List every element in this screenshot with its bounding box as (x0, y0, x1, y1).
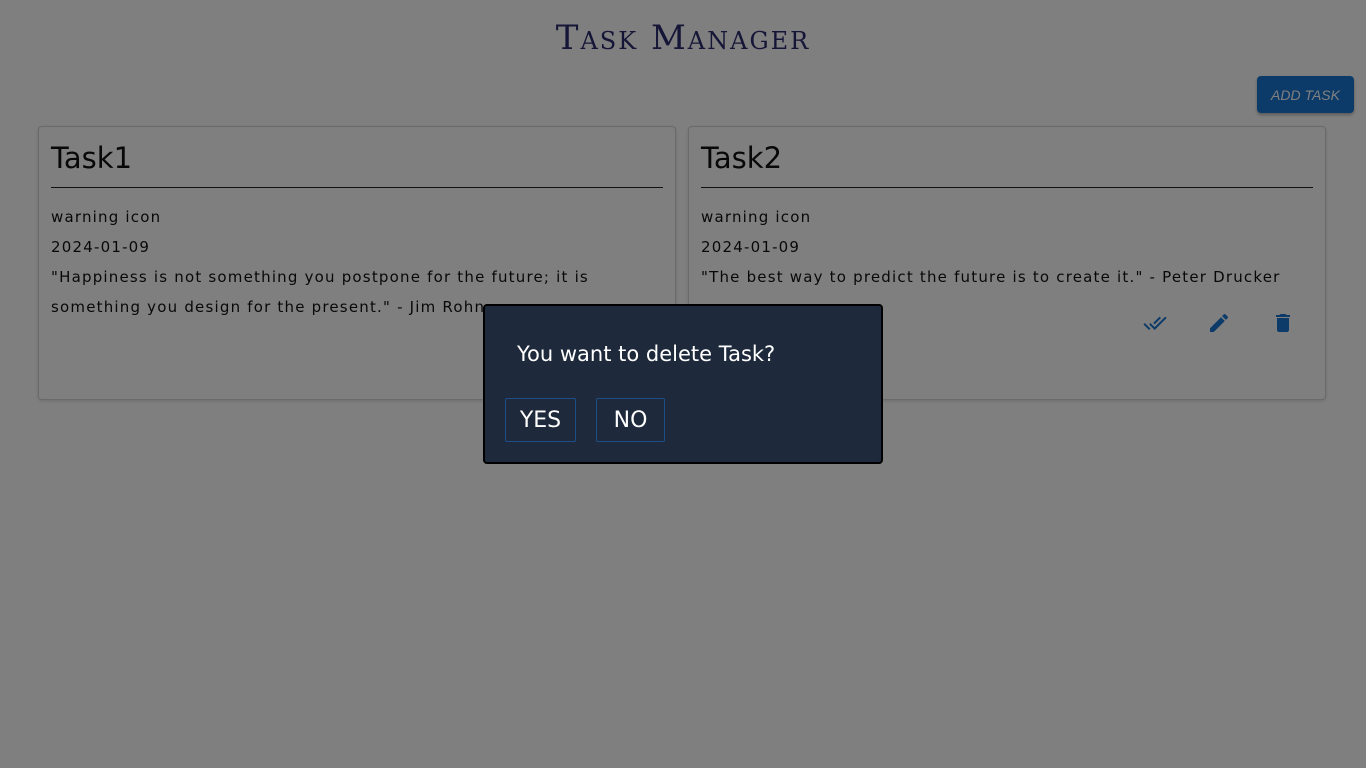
delete-confirm-dialog: You want to delete Task? YES NO (483, 304, 883, 464)
dialog-message: You want to delete Task? (517, 342, 776, 366)
no-button[interactable]: NO (596, 398, 665, 442)
yes-button[interactable]: YES (505, 398, 576, 442)
